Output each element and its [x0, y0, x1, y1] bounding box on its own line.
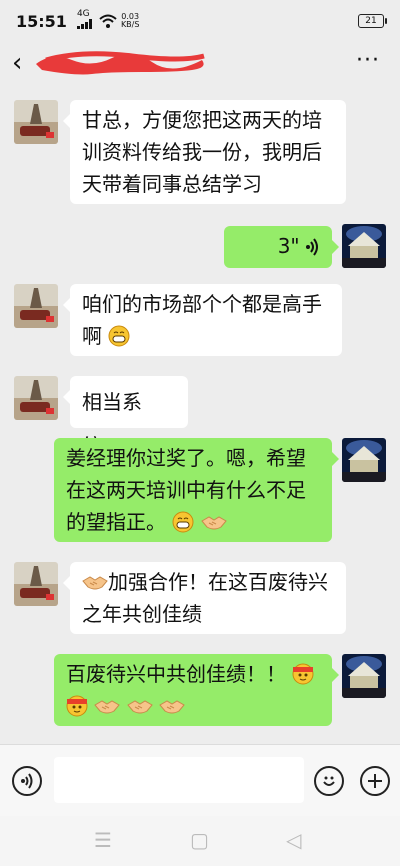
- wifi-icon: [99, 14, 117, 28]
- message-bubble-sent[interactable]: 百废待兴中共创佳绩！！: [54, 654, 339, 726]
- grin-emoji-icon: [172, 511, 194, 533]
- battery-icon: 21: [358, 14, 387, 28]
- message-bubble-sent[interactable]: 姜经理你过奖了。嗯，希望 在这两天培训中有什么不足 的望指正。: [54, 438, 339, 542]
- more-options-icon[interactable]: ···: [356, 48, 380, 73]
- voice-duration: 3": [277, 234, 300, 258]
- message-input[interactable]: [54, 757, 304, 803]
- chat-title-bar: ‹ ···: [0, 42, 400, 86]
- message-line: 在这两天培训中有什么不足: [66, 478, 306, 502]
- handshake-emoji-icon: [82, 576, 108, 590]
- message-line: 姜经理你过奖了。嗯，希望: [66, 446, 306, 470]
- avatar-contact[interactable]: [14, 100, 58, 144]
- system-nav-bar: ☰ ▢ ◁: [0, 816, 400, 866]
- handshake-emoji-icon: [200, 516, 227, 530]
- message-input-bar: [0, 744, 400, 817]
- signal-bars-icon: [76, 19, 92, 29]
- message-line: 甘总，方便您把这两天的培: [82, 108, 322, 132]
- message-bubble-received[interactable]: 甘总，方便您把这两天的培 训资料传给我一份，我明后 天带着同事总结学习: [63, 100, 346, 204]
- message-line: 咱们的市场部个个都是高手: [82, 292, 322, 316]
- net-speed-unit: KB/S: [120, 20, 140, 29]
- avatar-self[interactable]: [342, 438, 386, 482]
- message-line: 加强合作！在这百废待兴: [108, 570, 328, 594]
- voice-wave-icon: [306, 238, 318, 256]
- menu-icon[interactable]: ☰: [94, 828, 112, 852]
- battery-level: 21: [365, 16, 377, 26]
- chat-area: 甘总，方便您把这两天的培 训资料传给我一份，我明后 天带着同事总结学习 3" 咱…: [0, 86, 400, 744]
- message-line: 的望指正。: [66, 510, 166, 534]
- emoji-icon[interactable]: [314, 766, 344, 796]
- message-bubble-received[interactable]: 加强合作！在这百废待兴 之年共创佳绩: [63, 562, 346, 634]
- signal-label: 4G: [76, 9, 90, 19]
- back-icon[interactable]: ‹: [12, 48, 22, 78]
- grin-emoji-icon: [108, 325, 130, 347]
- message-bubble-received[interactable]: 咱们的市场部个个都是高手 啊: [63, 284, 342, 356]
- avatar-contact[interactable]: [14, 562, 58, 606]
- avatar-self[interactable]: [342, 224, 386, 268]
- add-icon[interactable]: [360, 766, 390, 796]
- net-speed: 0.03 KB/S: [121, 13, 140, 29]
- avatar-contact[interactable]: [14, 376, 58, 420]
- message-line: 啊: [82, 324, 102, 348]
- message-line: 训资料传给我一份，我明后: [82, 140, 322, 164]
- ninja-emoji-icon: [292, 663, 314, 685]
- message-line: 之年共创佳绩: [82, 602, 202, 626]
- avatar-self[interactable]: [342, 654, 386, 698]
- ninja-emoji-icon: [66, 695, 88, 717]
- avatar-contact[interactable]: [14, 284, 58, 328]
- message-line: 百废待兴中共创佳绩！！: [66, 662, 286, 686]
- redacted-title: [36, 51, 205, 75]
- handshake-emoji-icon: [126, 700, 153, 714]
- voice-icon[interactable]: [12, 766, 42, 796]
- handshake-emoji-icon: [159, 700, 185, 714]
- message-line: 天带着同事总结学习: [82, 172, 262, 196]
- signal-indicator: 4G: [76, 9, 93, 32]
- message-bubble-received[interactable]: 相当系统，: [63, 376, 188, 458]
- voice-message-bubble[interactable]: 3": [224, 226, 339, 268]
- status-time: 15:51: [16, 11, 67, 31]
- status-bar: 15:51 4G 0.03 KB/S 21: [0, 0, 400, 42]
- back-nav-icon[interactable]: ◁: [286, 828, 301, 852]
- home-icon[interactable]: ▢: [190, 828, 209, 852]
- handshake-emoji-icon: [94, 700, 121, 714]
